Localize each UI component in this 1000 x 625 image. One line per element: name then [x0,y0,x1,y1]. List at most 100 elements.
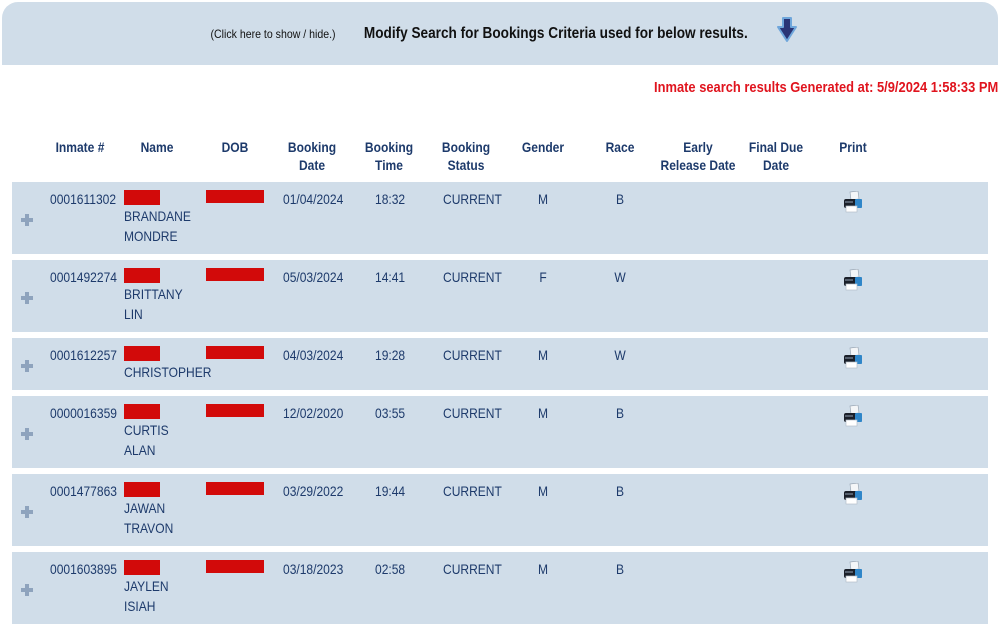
dob-redaction [206,560,264,573]
booking-time: 14:41 [375,269,406,285]
printer-icon[interactable] [841,483,865,505]
printer-icon[interactable] [841,561,865,583]
header-booking-status: Booking Status [441,139,491,173]
toggle-hint: (Click here to show / hide.) [210,26,336,41]
name-redaction [124,404,160,419]
table-row[interactable]: 0001611302 BRANDANE MONDRE 01/04/2024 18:… [12,182,988,254]
gender: M [537,191,549,207]
inmate-number: 0001612257 [50,347,117,363]
booking-status: CURRENT [443,405,502,421]
booking-date: 04/03/2024 [283,347,344,363]
race: B [615,405,625,421]
booking-status: CURRENT [443,191,502,207]
table-row[interactable]: 0001603895 JAYLEN ISIAH 03/18/2023 02:58 … [12,552,988,624]
name-redaction [124,346,160,361]
header-inmate-number: Inmate # [55,139,105,155]
down-arrow-icon[interactable] [776,16,798,43]
name-line-1: CHRISTOPHER [124,364,212,380]
gender: F [539,269,547,285]
printer-icon[interactable] [841,347,865,369]
race: B [615,483,625,499]
inmate-name: CHRISTOPHER [124,362,211,382]
criteria-title: Modify Search for Bookings Criteria used… [364,24,748,42]
expand-plus-icon[interactable] [21,584,33,596]
booking-status: CURRENT [443,347,502,363]
race: B [615,561,625,577]
inmate-number: 0000016359 [50,405,117,421]
printer-icon[interactable] [841,191,865,213]
race: B [615,191,625,207]
booking-status: CURRENT [443,483,502,499]
booking-date: 12/02/2020 [283,405,344,421]
name-line-1: JAWAN [124,500,166,516]
gender: M [537,561,549,577]
header-final-due-date: Final Due Date [748,139,804,173]
name-line-1: CURTIS [124,422,169,438]
name-redaction [124,190,160,205]
dob-redaction [206,190,264,203]
inmate-name: BRITTANY LIN [124,284,183,324]
name-line-2: ISIAH [124,598,156,614]
race: W [614,347,626,363]
name-line-2: ALAN [124,442,156,458]
booking-time: 03:55 [375,405,406,421]
expand-plus-icon[interactable] [21,506,33,518]
booking-date: 01/04/2024 [283,191,344,207]
dob-redaction [206,268,264,281]
name-line-2: LIN [124,306,143,322]
table-row[interactable]: 0000016359 CURTIS ALAN 12/02/2020 03:55 C… [12,396,988,468]
header-gender: Gender [521,139,565,155]
name-line-2: MONDRE [124,228,178,244]
expand-plus-icon[interactable] [21,428,33,440]
printer-icon[interactable] [841,269,865,291]
booking-time: 02:58 [375,561,406,577]
expand-plus-icon[interactable] [21,360,33,372]
header-print: Print [839,139,867,155]
name-redaction [124,268,160,283]
name-line-1: BRITTANY [124,286,183,302]
booking-time: 18:32 [375,191,406,207]
inmate-number: 0001603895 [50,561,117,577]
table-row[interactable]: 0001492274 BRITTANY LIN 05/03/2024 14:41 … [12,260,988,332]
booking-time: 19:44 [375,483,406,499]
booking-status: CURRENT [443,561,502,577]
booking-date: 05/03/2024 [283,269,344,285]
inmate-number: 0001611302 [50,191,117,207]
gender: M [537,483,549,499]
printer-icon[interactable] [841,405,865,427]
booking-date: 03/29/2022 [283,483,344,499]
header-booking-time: Booking Time [364,139,414,173]
header-dob: DOB [221,139,249,155]
booking-status: CURRENT [443,269,502,285]
dob-redaction [206,346,264,359]
expand-plus-icon[interactable] [21,292,33,304]
inmate-name: JAYLEN ISIAH [124,576,169,616]
inmate-number: 0001492274 [50,269,117,285]
name-redaction [124,482,160,497]
expand-plus-icon[interactable] [21,214,33,226]
header-early-release-date: Early Release Date [660,139,736,173]
table-header: Inmate # Name DOB Booking Date Booking Ti… [12,138,988,178]
gender: M [537,405,549,421]
header-booking-date: Booking Date [287,139,337,173]
inmate-name: BRANDANE MONDRE [124,206,191,246]
booking-time: 19:28 [375,347,406,363]
booking-date: 03/18/2023 [283,561,344,577]
inmate-name: CURTIS ALAN [124,420,169,460]
generated-timestamp: Inmate search results Generated at: 5/9/… [653,79,998,96]
table-row[interactable]: 0001612257 CHRISTOPHER 04/03/2024 19:28 … [12,338,988,390]
name-line-1: JAYLEN [124,578,169,594]
inmate-name: JAWAN TRAVON [124,498,173,538]
modify-search-criteria-toggle[interactable]: (Click here to show / hide.) Modify Sear… [2,2,998,65]
race: W [614,269,626,285]
dob-redaction [206,482,264,495]
header-name: Name [140,139,174,155]
header-race: Race [605,139,635,155]
name-line-1: BRANDANE [124,208,191,224]
name-redaction [124,560,160,575]
table-row[interactable]: 0001477863 JAWAN TRAVON 03/29/2022 19:44 … [12,474,988,546]
gender: M [537,347,549,363]
inmate-number: 0001477863 [50,483,117,499]
dob-redaction [206,404,264,417]
name-line-2: TRAVON [124,520,174,536]
